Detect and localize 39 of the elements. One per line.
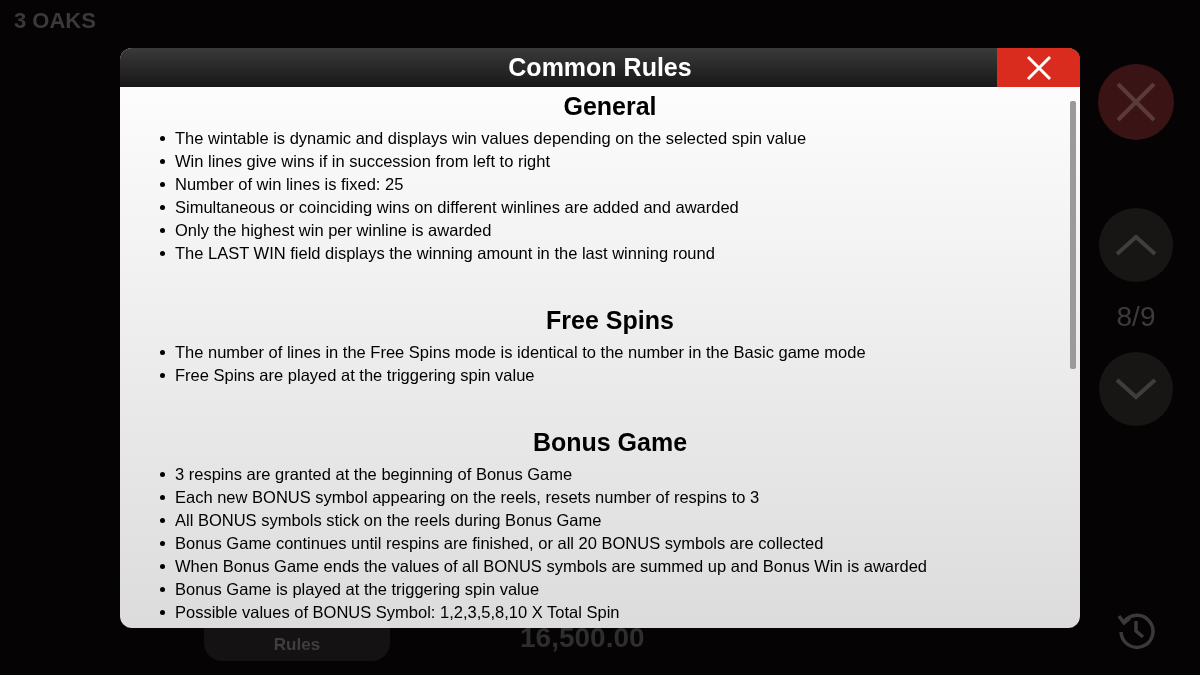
bullet-icon (160, 251, 165, 256)
bullet-icon (160, 205, 165, 210)
rule-text: The LAST WIN field displays the winning amount in the last winning round (175, 243, 715, 264)
section-heading: Free Spins (545, 305, 675, 336)
close-button[interactable] (997, 48, 1080, 87)
rule-text: Each new BONUS symbol appearing on the reels, resets number of respins to 3 (175, 487, 760, 508)
section-heading: General (562, 91, 658, 122)
bullet-icon (160, 373, 165, 378)
scrollbar-thumb[interactable] (1070, 101, 1076, 369)
chevron-down-icon (1115, 378, 1157, 400)
rule-text: All BONUS symbols stick on the reels during Bonus Game (175, 510, 602, 531)
dialog-title: Common Rules (508, 51, 692, 83)
rule-text: The number of lines in the Free Spins mode is identical to the number in the Basic game mode (175, 342, 866, 363)
bullet-icon (160, 518, 165, 523)
rule-text: Number of win lines is fixed: 25 (175, 174, 404, 195)
page-indicator: 8/9 (1116, 300, 1156, 334)
bullet-icon (160, 564, 165, 569)
rule-text: Free Spins are played at the triggering spin value (175, 365, 535, 386)
rule-text: Bonus Game is played at the triggering spin value (175, 579, 540, 600)
bullet-icon (160, 472, 165, 477)
rule-text: Only the highest win per winline is awarded (175, 220, 492, 241)
bullet-icon (160, 541, 165, 546)
rule-text: Simultaneous or coinciding wins on different winlines are added and awarded (175, 197, 739, 218)
rule-text: 3 respins are granted at the beginning of Bonus Game (175, 464, 573, 485)
bullet-icon (160, 182, 165, 187)
bullet-icon (160, 350, 165, 355)
rule-text: The wintable is dynamic and displays win values depending on the selected spin value (175, 128, 807, 149)
bullet-icon (160, 610, 165, 615)
rule-text: When Bonus Game ends the values of all BONUS symbols are summed up and Bonus Win is awarded (175, 556, 928, 577)
bullet-icon (160, 136, 165, 141)
rule-text: Win lines give wins if in succession from left to right (175, 151, 551, 172)
bullet-icon (160, 159, 165, 164)
bullet-icon (160, 587, 165, 592)
bullet-icon (160, 228, 165, 233)
bullet-icon (160, 495, 165, 500)
chevron-up-icon (1115, 234, 1157, 256)
section-heading: Bonus Game (531, 427, 689, 458)
rule-text: Bonus Game continues until respins are finished, or all 20 BONUS symbols are collected (175, 533, 824, 554)
close-icon (1025, 54, 1052, 81)
